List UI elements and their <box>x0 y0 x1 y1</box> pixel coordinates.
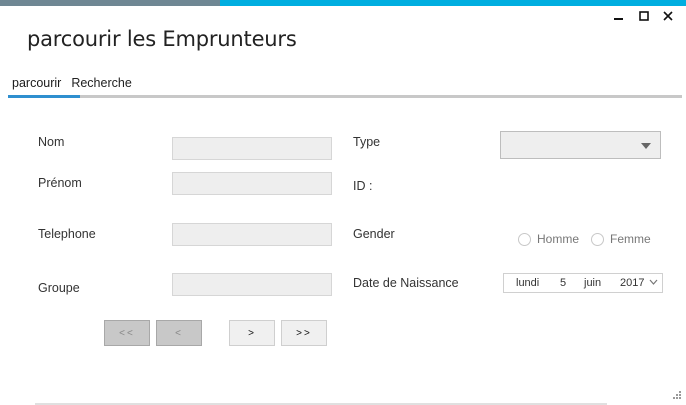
gender-radio-femme[interactable]: Femme <box>591 232 651 246</box>
tab-underline <box>8 95 682 98</box>
date-day: 5 <box>560 277 567 289</box>
date-year: 2017 <box>620 277 645 289</box>
close-icon <box>663 11 673 21</box>
gender-option-femme: Femme <box>610 232 651 246</box>
date-naissance-label: Date de Naissance <box>353 276 459 290</box>
tab-active-indicator <box>8 95 80 98</box>
minimize-icon <box>614 18 623 20</box>
gender-label: Gender <box>353 227 395 241</box>
taskbar-strip <box>0 0 220 6</box>
maximize-button[interactable] <box>637 9 651 23</box>
id-label: ID : <box>353 179 373 193</box>
gender-option-homme: Homme <box>537 232 580 246</box>
type-select[interactable] <box>500 131 661 159</box>
date-month: juin <box>584 277 602 289</box>
minimize-button[interactable] <box>612 9 626 23</box>
date-picker[interactable]: lundi 5 juin 2017 <box>503 273 663 293</box>
first-record-button[interactable]: << <box>104 320 150 346</box>
groupe-input[interactable] <box>172 273 332 296</box>
nom-label: Nom <box>38 135 65 149</box>
window-top-accent <box>0 0 686 6</box>
telephone-input[interactable] <box>172 223 332 246</box>
close-button[interactable] <box>661 9 675 23</box>
last-record-button[interactable]: >> <box>281 320 327 346</box>
next-record-button[interactable]: > <box>229 320 275 346</box>
date-weekday: lundi <box>516 277 540 289</box>
prenom-label: Prénom <box>38 176 82 190</box>
prenom-input[interactable] <box>172 172 332 195</box>
nom-input[interactable] <box>172 137 332 160</box>
gender-radio-homme[interactable]: Homme <box>518 232 579 246</box>
radio-circle-icon <box>591 232 604 246</box>
resize-grip-icon[interactable] <box>672 390 682 400</box>
type-label: Type <box>353 135 381 149</box>
telephone-label: Telephone <box>38 227 96 241</box>
page-title: parcourir les Emprunteurs <box>27 27 297 51</box>
chevron-down-icon <box>641 143 651 149</box>
radio-circle-icon <box>518 232 531 246</box>
chevron-down-icon <box>649 279 658 285</box>
groupe-label: Groupe <box>38 281 80 295</box>
maximize-icon <box>639 11 649 21</box>
previous-record-button[interactable]: < <box>156 320 202 346</box>
